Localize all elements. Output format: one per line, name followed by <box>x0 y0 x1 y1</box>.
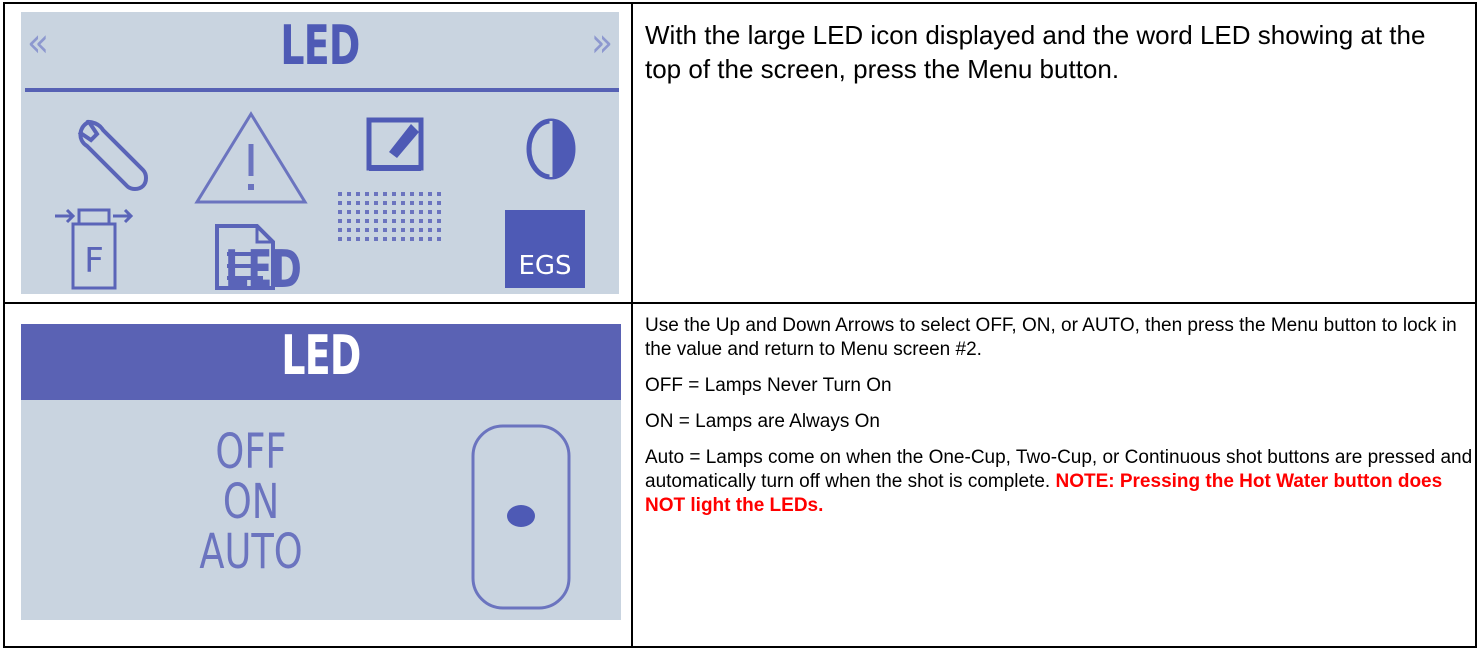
column-divider <box>631 4 633 646</box>
egs-icon: EGS <box>505 210 585 288</box>
nav-left-icon: « <box>27 20 50 66</box>
on-description: ON = Lamps are Always On <box>645 411 880 432</box>
circle-half-icon <box>526 118 576 180</box>
row-divider <box>5 302 1475 304</box>
warning-icon <box>194 111 308 204</box>
egs-label: EGS <box>518 251 571 281</box>
option-on: ON <box>222 474 280 530</box>
selector-slider-icon <box>471 424 571 610</box>
led-icon-label: LED <box>224 240 302 294</box>
nav-right-icon: » <box>590 20 613 66</box>
option-auto: AUTO <box>199 524 303 580</box>
edit-icon <box>366 117 424 171</box>
wrench-icon <box>77 119 148 191</box>
lcd-screen-main-menu: « LED » F LED EGS <box>21 12 619 294</box>
title-underline <box>25 88 619 92</box>
row2-instructions: Use the Up and Down Arrows to select OFF… <box>645 314 1475 530</box>
screen-header-bar: LED <box>21 324 621 400</box>
instruction-text: Use the Up and Down Arrows to select OFF… <box>645 315 1457 360</box>
off-description: OFF = Lamps Never Turn On <box>645 375 892 396</box>
auto-paragraph: Auto = Lamps come on when the One-Cup, T… <box>645 446 1475 518</box>
option-off: OFF <box>215 424 287 480</box>
instruction-table: « LED » F LED EGS With the large LED ico… <box>3 2 1477 648</box>
screen-title: LED <box>280 14 360 77</box>
row1-instruction: With the large LED icon displayed and th… <box>645 20 1426 84</box>
lcd-screen-led-setting: LED OFF ON AUTO <box>21 324 621 620</box>
led-grid-icon <box>336 190 446 244</box>
screen-title: LED <box>281 324 361 387</box>
